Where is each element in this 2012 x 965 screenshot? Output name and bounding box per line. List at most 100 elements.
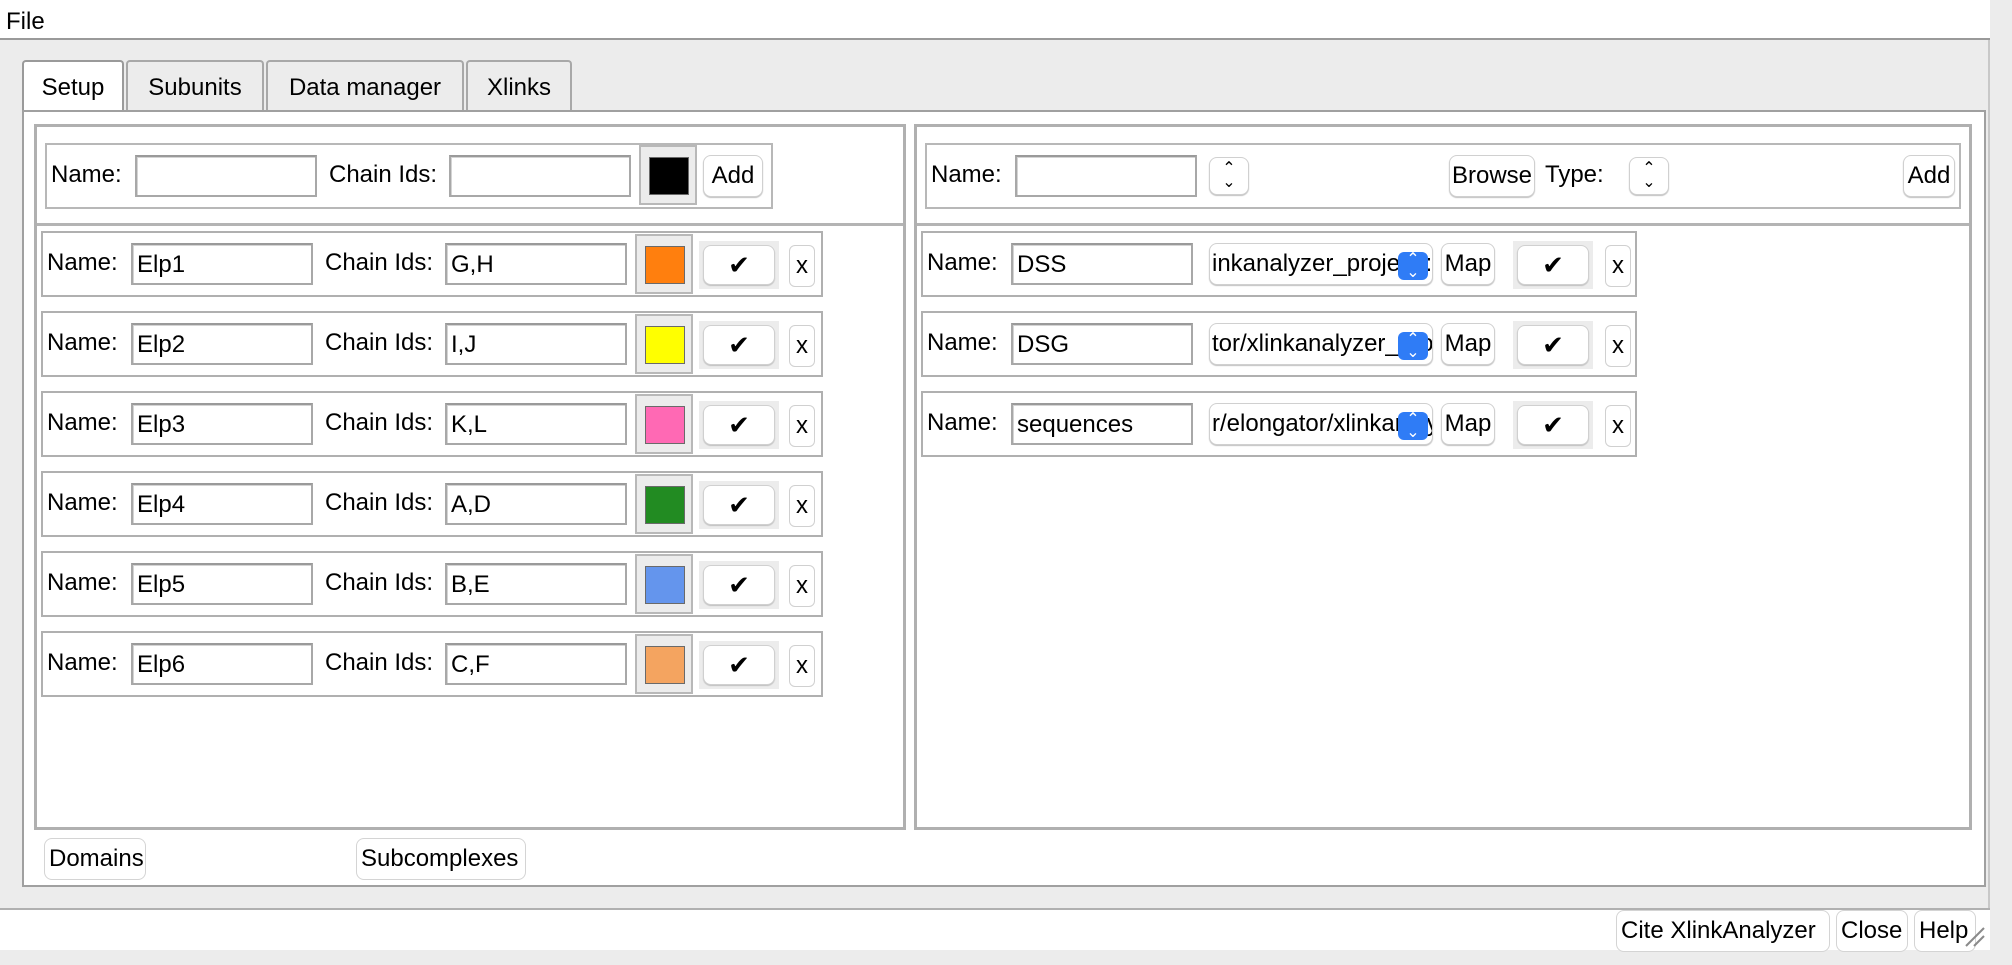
up-down-chevron-icon[interactable]: ⌃ ⌄ bbox=[1209, 157, 1249, 195]
checkmark-icon[interactable]: ✔ bbox=[703, 405, 775, 445]
color-swatch bbox=[649, 157, 689, 195]
new-subunit-chain-input[interactable] bbox=[449, 155, 631, 197]
remove-data-button[interactable]: x bbox=[1605, 325, 1631, 367]
name-label: Name: bbox=[47, 409, 118, 436]
subunit-color-well[interactable] bbox=[635, 394, 693, 454]
checkmark-icon[interactable]: ✔ bbox=[1517, 245, 1589, 285]
new-data-name-input[interactable] bbox=[1015, 155, 1197, 197]
show-toggle[interactable]: ✔ bbox=[699, 241, 779, 289]
tab-xlinks[interactable]: Xlinks bbox=[466, 60, 572, 110]
subunit-chain-input[interactable]: I,J bbox=[445, 323, 627, 365]
new-subunit-name-input[interactable] bbox=[135, 155, 317, 197]
subunit-name-input[interactable]: Elp6 bbox=[131, 643, 313, 685]
show-toggle[interactable]: ✔ bbox=[1513, 401, 1593, 449]
remove-data-button[interactable]: x bbox=[1605, 245, 1631, 287]
name-label: Name: bbox=[47, 329, 118, 356]
subunit-color-well[interactable] bbox=[635, 314, 693, 374]
data-name-input[interactable]: sequences bbox=[1011, 403, 1193, 445]
checkmark-icon[interactable]: ✔ bbox=[703, 565, 775, 605]
subunit-name-input[interactable]: Elp5 bbox=[131, 563, 313, 605]
cite-xlinkanalyzer-button[interactable]: Cite XlinkAnalyzer bbox=[1616, 910, 1830, 952]
checkmark-icon[interactable]: ✔ bbox=[1517, 325, 1589, 365]
domains-button[interactable]: Domains bbox=[44, 838, 146, 880]
chain-ids-label: Chain Ids: bbox=[325, 409, 434, 436]
remove-subunit-button[interactable]: x bbox=[789, 645, 815, 687]
type-chevron-icon[interactable]: ⌃ ⌄ bbox=[1629, 157, 1669, 195]
show-toggle[interactable]: ✔ bbox=[699, 481, 779, 529]
color-swatch bbox=[645, 646, 685, 684]
data-name-input[interactable]: DSS bbox=[1011, 243, 1193, 285]
tab-setup[interactable]: Setup bbox=[22, 60, 124, 114]
browse-button[interactable]: Browse bbox=[1449, 155, 1535, 197]
close-button[interactable]: Close bbox=[1836, 910, 1908, 952]
checkmark-icon[interactable]: ✔ bbox=[703, 485, 775, 525]
chevron-up-down-icon[interactable]: ⌃ ⌄ bbox=[1398, 252, 1428, 281]
menu-file[interactable]: File bbox=[6, 8, 45, 36]
data-row: Name: DSS inkanalyzer_project/: ⌃ ⌄ Map ✔… bbox=[921, 231, 1637, 297]
subunit-chain-input[interactable]: C,F bbox=[445, 643, 627, 685]
show-toggle[interactable]: ✔ bbox=[1513, 321, 1593, 369]
menubar: File bbox=[0, 0, 1990, 40]
tab-data-manager[interactable]: Data manager bbox=[266, 60, 464, 110]
checkmark-icon[interactable]: ✔ bbox=[703, 325, 775, 365]
chain-ids-label: Chain Ids: bbox=[325, 649, 434, 676]
name-label: Name: bbox=[47, 489, 118, 516]
remove-subunit-button[interactable]: x bbox=[789, 485, 815, 527]
name-label: Name: bbox=[47, 649, 118, 676]
show-toggle[interactable]: ✔ bbox=[699, 401, 779, 449]
subunit-row: Name: Elp4 Chain Ids: A,D ✔ x bbox=[41, 471, 823, 537]
new-subunit-row: Name: Chain Ids: Add bbox=[45, 143, 773, 209]
file-path-popup[interactable]: inkanalyzer_project/: ⌃ ⌄ bbox=[1209, 243, 1433, 285]
subunit-name-input[interactable]: Elp3 bbox=[131, 403, 313, 445]
checkmark-icon[interactable]: ✔ bbox=[703, 645, 775, 685]
map-button[interactable]: Map bbox=[1441, 243, 1495, 285]
subunit-chain-input[interactable]: A,D bbox=[445, 483, 627, 525]
show-toggle[interactable]: ✔ bbox=[1513, 241, 1593, 289]
subunit-row: Name: Elp1 Chain Ids: G,H ✔ x bbox=[41, 231, 823, 297]
checkmark-icon[interactable]: ✔ bbox=[1517, 405, 1589, 445]
show-toggle[interactable]: ✔ bbox=[699, 641, 779, 689]
resize-grip-icon[interactable] bbox=[1960, 922, 1986, 948]
chevron-up-down-icon[interactable]: ⌃ ⌄ bbox=[1398, 332, 1428, 361]
subunit-row: Name: Elp3 Chain Ids: K,L ✔ x bbox=[41, 391, 823, 457]
subunit-name-input[interactable]: Elp4 bbox=[131, 483, 313, 525]
checkmark-icon[interactable]: ✔ bbox=[703, 245, 775, 285]
subunit-color-well[interactable] bbox=[635, 634, 693, 694]
new-subunit-color-well[interactable] bbox=[639, 145, 697, 205]
data-row: Name: sequences r/elongator/xlinkanaly ⌃… bbox=[921, 391, 1637, 457]
subunit-name-input[interactable]: Elp1 bbox=[131, 243, 313, 285]
subunit-color-well[interactable] bbox=[635, 234, 693, 294]
file-path-popup[interactable]: r/elongator/xlinkanaly ⌃ ⌄ bbox=[1209, 403, 1433, 445]
name-label: Name: bbox=[931, 161, 1002, 188]
divider bbox=[37, 223, 903, 226]
remove-data-button[interactable]: x bbox=[1605, 405, 1631, 447]
subunit-chain-input[interactable]: B,E bbox=[445, 563, 627, 605]
remove-subunit-button[interactable]: x bbox=[789, 245, 815, 287]
subunit-chain-input[interactable]: G,H bbox=[445, 243, 627, 285]
map-button[interactable]: Map bbox=[1441, 403, 1495, 445]
setup-tab-content: Name: Chain Ids: Add Name: Elp1 Chain Id… bbox=[22, 110, 1986, 887]
color-swatch bbox=[645, 246, 685, 284]
new-data-row: Name: ⌃ ⌄ Browse Type: ⌃ ⌄ Add bbox=[925, 143, 1961, 209]
remove-subunit-button[interactable]: x bbox=[789, 405, 815, 447]
file-path-popup[interactable]: tor/xlinkanalyzer_pro ⌃ ⌄ bbox=[1209, 323, 1433, 365]
subunit-color-well[interactable] bbox=[635, 474, 693, 534]
subunit-color-well[interactable] bbox=[635, 554, 693, 614]
show-toggle[interactable]: ✔ bbox=[699, 321, 779, 369]
subunit-name-input[interactable]: Elp2 bbox=[131, 323, 313, 365]
data-name-input[interactable]: DSG bbox=[1011, 323, 1193, 365]
tab-subunits[interactable]: Subunits bbox=[126, 60, 264, 110]
name-label: Name: bbox=[47, 569, 118, 596]
chain-ids-label: Chain Ids: bbox=[329, 161, 438, 188]
chevron-up-down-icon[interactable]: ⌃ ⌄ bbox=[1398, 412, 1428, 441]
add-subunit-button[interactable]: Add bbox=[703, 155, 763, 197]
remove-subunit-button[interactable]: x bbox=[789, 565, 815, 607]
remove-subunit-button[interactable]: x bbox=[789, 325, 815, 367]
data-row: Name: DSG tor/xlinkanalyzer_pro ⌃ ⌄ Map ✔… bbox=[921, 311, 1637, 377]
show-toggle[interactable]: ✔ bbox=[699, 561, 779, 609]
subunit-chain-input[interactable]: K,L bbox=[445, 403, 627, 445]
map-button[interactable]: Map bbox=[1441, 323, 1495, 365]
add-data-button[interactable]: Add bbox=[1903, 155, 1955, 197]
subcomplexes-button[interactable]: Subcomplexes bbox=[356, 838, 526, 880]
name-label: Name: bbox=[51, 161, 122, 188]
